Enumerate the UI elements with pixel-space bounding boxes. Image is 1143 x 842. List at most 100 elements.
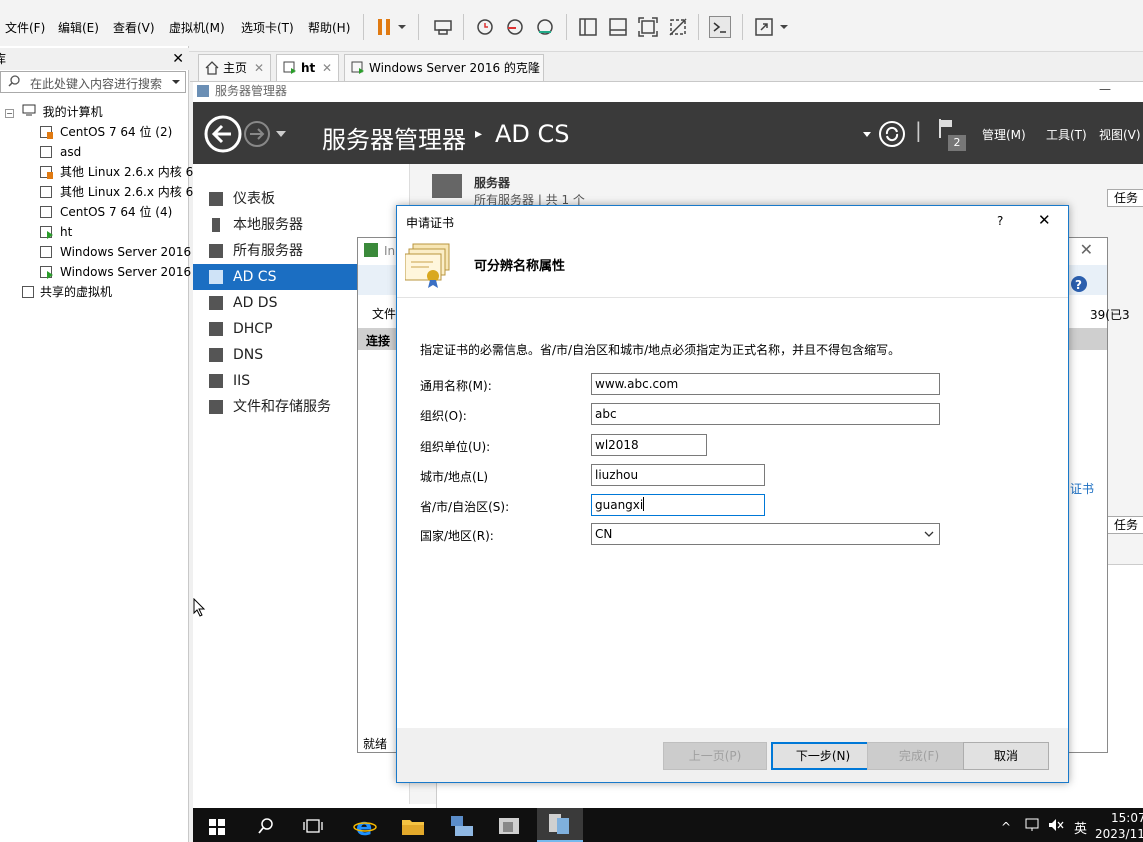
vm-running-icon [40,226,53,239]
tab-ht[interactable]: ht ✕ [276,54,339,81]
notification-badge: 2 [948,135,966,151]
app-icon[interactable] [497,814,523,838]
status-text: 就绪 [363,737,388,751]
menu-view[interactable]: 视图(V) [1099,126,1141,143]
library-panel: 库 ✕ 在此处键入内容进行搜索 − 我的计算机 CentOS 7 64 位 (2… [0,46,193,842]
menu-tools[interactable]: 工具(T) [1046,126,1087,143]
ie-icon[interactable]: e [353,814,377,838]
vm-icon [40,146,52,158]
sidebar-toggle-icon[interactable] [577,16,599,38]
file-explorer-icon[interactable] [401,816,425,836]
collapse-icon[interactable]: − [5,109,14,118]
network-icon[interactable] [1025,818,1041,832]
next-button[interactable]: 下一步(N) [771,742,875,770]
vm-running-icon [40,166,53,179]
tree-vm-item[interactable]: CentOS 7 64 位 (4) [40,202,172,222]
help-icon[interactable]: ? [1070,275,1088,293]
snapshot-icon[interactable] [474,16,496,38]
tree-vm-item[interactable]: ht [40,222,72,242]
start-icon[interactable] [209,819,225,835]
common-name-field[interactable]: www.abc.com [591,373,940,395]
tab-clone[interactable]: Windows Server 2016 的克隆 ✕ [344,54,544,81]
chevron-down-icon[interactable] [778,16,790,38]
vm-icon [40,186,52,198]
close-icon[interactable]: ✕ [172,48,184,70]
finish-button[interactable]: 完成(F) [867,742,971,770]
org-unit-field[interactable]: wl2018 [591,434,707,456]
cancel-button[interactable]: 取消 [963,742,1049,770]
menu-vm[interactable]: 虚拟机(M) [169,19,225,36]
common-name-label: 通用名称(M): [420,379,492,393]
close-icon[interactable]: ✕ [1080,240,1093,259]
menu-tabs[interactable]: 选项卡(T) [241,19,294,36]
country-select[interactable]: CN [591,523,940,545]
province-field[interactable]: guangxi [591,494,765,516]
menu-edit[interactable]: 编辑(E) [58,19,99,36]
console-icon[interactable] [709,16,731,38]
chevron-down-icon[interactable] [171,76,181,88]
menu-file[interactable]: 文件(F) [5,19,45,36]
text-cursor [643,497,645,511]
fullscreen-icon[interactable] [637,16,659,38]
ime-indicator[interactable]: 英 [1074,818,1087,837]
close-icon[interactable]: ✕ [527,55,537,81]
search-input[interactable]: 在此处键入内容进行搜索 [30,75,162,92]
close-button[interactable]: ✕ [1038,211,1051,229]
tasks-button[interactable]: 任务 [1107,189,1143,207]
volume-muted-icon[interactable] [1048,818,1064,832]
tree-vm-item[interactable]: asd [40,142,81,162]
chevron-down-icon[interactable] [862,131,872,139]
forward-icon[interactable] [243,120,271,148]
minimize-icon[interactable]: — [1099,82,1111,98]
tab-home[interactable]: 主页 ✕ [198,54,271,81]
close-icon[interactable]: ✕ [322,55,332,81]
vm-running-icon [40,266,53,279]
tree-vm-item[interactable]: 其他 Linux 2.6.x 内核 6 [40,162,193,182]
pause-icon[interactable] [374,16,396,38]
chevron-down-icon[interactable] [923,524,935,544]
province-label: 省/市/自治区(S): [420,500,510,514]
menu-help[interactable]: 帮助(H) [308,19,350,36]
prev-button[interactable]: 上一页(P) [663,742,767,770]
dialog-body: 指定证书的必需信息。省/市/自治区和城市/地点必须指定为正式名称，并且不得包含缩… [397,298,1068,728]
menu-manage[interactable]: 管理(M) [982,126,1026,143]
dialog-title: 申请证书 [406,216,455,230]
thumbnail-bar-icon[interactable] [607,16,629,38]
chevron-down-icon[interactable] [275,129,287,139]
tasks-button[interactable]: 任务 [1107,516,1143,534]
request-certificate-dialog[interactable]: 申请证书 ? ✕ 可分辨名称属性 指定证书的必需信息。省/市/自治区和城市/地点… [396,205,1069,783]
server-manager-taskbar-icon[interactable] [449,814,475,838]
home-icon [205,61,219,75]
tree-vm-item[interactable]: 其他 Linux 2.6.x 内核 6 [40,182,193,202]
active-task[interactable] [537,808,583,842]
tree-vm-item[interactable]: CentOS 7 64 位 (2) [40,122,172,142]
tree-vm-item[interactable]: Windows Server 2016 [40,262,191,282]
menu-view[interactable]: 查看(V) [113,19,155,36]
help-button[interactable]: ? [997,214,1003,228]
revert-snapshot-icon[interactable] [504,16,526,38]
nav-local-server[interactable]: 本地服务器 [193,212,409,238]
city-field[interactable]: liuzhou [591,464,765,486]
unity-icon[interactable] [667,16,689,38]
vm-icon [283,61,297,75]
back-icon[interactable] [203,114,243,154]
library-search[interactable]: 在此处键入内容进行搜索 [0,71,186,93]
clock-date[interactable]: 2023/11 [1095,827,1143,841]
clock-time[interactable]: 15:07 [1111,811,1143,825]
tree-shared-vms[interactable]: 共享的虚拟机 [22,282,112,302]
tree-vm-item[interactable]: Windows Server 2016 [40,242,191,262]
close-icon[interactable]: ✕ [254,55,264,81]
task-view-icon[interactable] [303,818,323,834]
send-keys-icon[interactable] [432,16,454,38]
organization-field[interactable]: abc [591,403,940,425]
chevron-down-icon[interactable] [396,16,408,38]
breadcrumb-app: 服务器管理器 [322,126,466,154]
search-icon[interactable] [257,817,275,835]
snapshot-manager-icon[interactable] [534,16,556,38]
refresh-icon[interactable] [878,120,906,148]
chevron-up-icon[interactable]: ^ [1001,820,1011,834]
nav-dashboard[interactable]: 仪表板 [193,186,409,212]
stretch-icon[interactable] [753,16,775,38]
svg-text:e: e [356,814,372,838]
tree-my-computer[interactable]: − 我的计算机 [5,102,103,122]
